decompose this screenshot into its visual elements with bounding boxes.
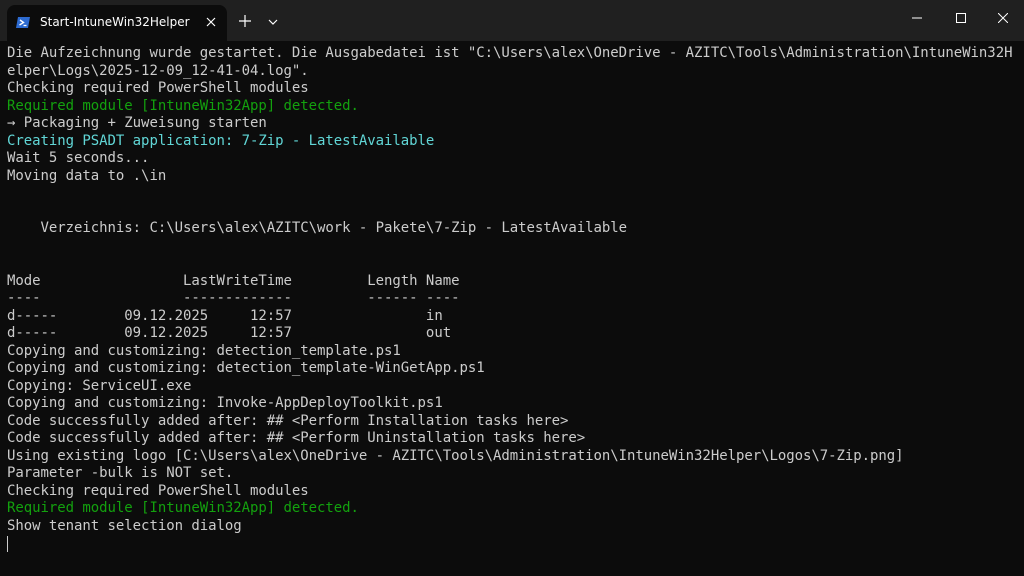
minimize-button[interactable] — [894, 0, 940, 36]
terminal-line: Copying and customizing: Invoke-AppDeplo… — [7, 395, 443, 411]
terminal-line: Die Aufzeichnung wurde gestartet. Die Au… — [7, 45, 1013, 61]
terminal-line: ---- ------------- ------ ---- — [7, 290, 460, 306]
terminal-line: d----- 09.12.2025 12:57 in — [7, 307, 443, 324]
terminal-line: elper\Logs\2025-12-09_12-41-04.log". — [7, 62, 309, 79]
minimize-icon — [912, 17, 922, 19]
terminal-line: Checking required PowerShell modules — [7, 482, 309, 499]
terminal-line: Copying and customizing: detection_templ… — [7, 342, 401, 359]
new-tab-plus-icon[interactable] — [236, 12, 254, 30]
terminal-line: → Packaging + Zuweisung starten — [7, 115, 267, 131]
close-window-button[interactable] — [980, 0, 1024, 36]
tab-title: Start-IntuneWin32Helper — [40, 15, 190, 29]
terminal-window: Start-IntuneWin32Helper Die Aufzeichnung… — [0, 0, 1024, 576]
terminal-line: Verzeichnis: C:\Users\alex\AZITC\work - … — [7, 220, 628, 236]
close-icon — [998, 13, 1008, 23]
title-bar[interactable]: Start-IntuneWin32Helper — [0, 0, 1024, 41]
terminal-line: Using existing logo [C:\Users\alex\OneDr… — [7, 447, 904, 464]
terminal-line: Checking required PowerShell modules — [7, 80, 309, 96]
terminal-line: Parameter -bulk is NOT set. — [7, 465, 234, 481]
chevron-down-icon[interactable] — [266, 14, 280, 28]
powershell-icon — [16, 15, 31, 30]
maximize-icon — [956, 13, 966, 23]
terminal-line: Copying: ServiceUI.exe — [7, 377, 192, 394]
terminal-line: Copying and customizing: detection_templ… — [7, 360, 485, 376]
terminal-line-success: Required module [IntuneWin32App] detecte… — [7, 500, 359, 516]
terminal-line: Moving data to .\in — [7, 167, 167, 184]
close-tab-icon[interactable] — [203, 14, 219, 30]
terminal-line: Code successfully added after: ## <Perfo… — [7, 412, 569, 429]
prompt-line[interactable] — [7, 535, 1024, 553]
terminal-line: Wait 5 seconds... — [7, 150, 150, 166]
text-cursor — [7, 536, 8, 552]
terminal-line-success: Required module [IntuneWin32App] detecte… — [7, 97, 359, 114]
terminal-output[interactable]: Die Aufzeichnung wurde gestartet. Die Au… — [0, 41, 1024, 576]
terminal-line-highlight: Creating PSADT application: 7-Zip - Late… — [7, 132, 435, 149]
tab-start-intunewin32helper[interactable]: Start-IntuneWin32Helper — [7, 5, 227, 41]
maximize-button[interactable] — [938, 0, 984, 36]
terminal-line: Code successfully added after: ## <Perfo… — [7, 430, 586, 446]
terminal-line: Mode LastWriteTime Length Name — [7, 272, 460, 289]
terminal-line: Show tenant selection dialog — [7, 517, 242, 534]
terminal-line: d----- 09.12.2025 12:57 out — [7, 325, 452, 341]
